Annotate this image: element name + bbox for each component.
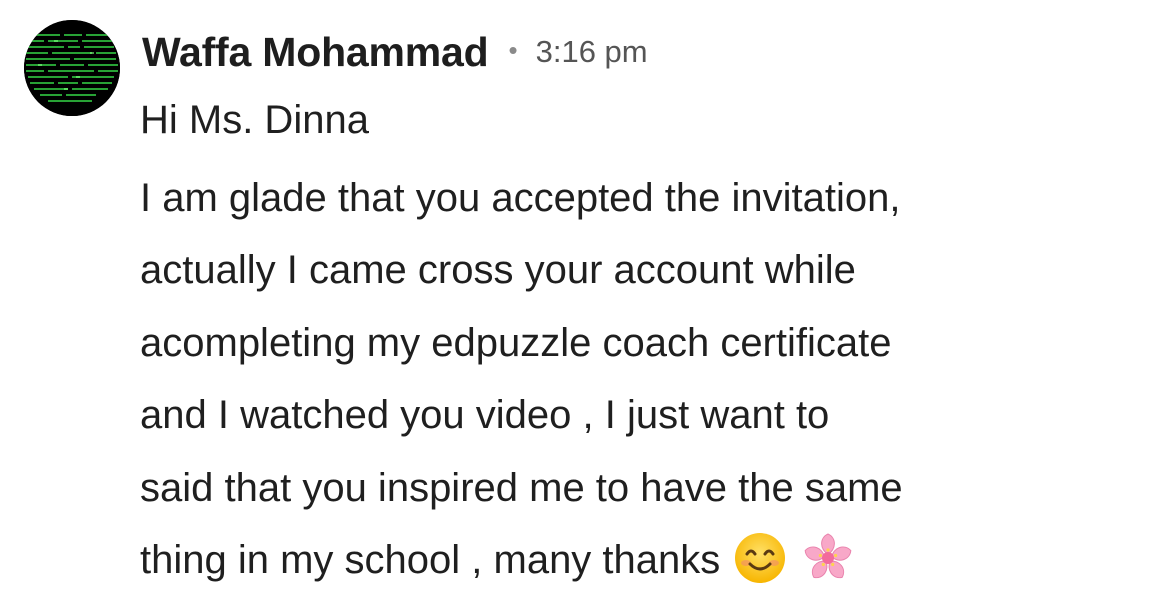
message-line: said that you inspired me to have the sa… xyxy=(140,465,903,510)
message-greeting: Hi Ms. Dinna xyxy=(140,98,369,142)
separator-dot: • xyxy=(508,34,518,65)
message-line: thing in my school , many thanks xyxy=(140,538,721,583)
message-last-line: thing in my school , many thanks xyxy=(140,524,1150,596)
avatar-matrix-code-icon xyxy=(24,20,120,116)
message-line: actually I came cross your account while xyxy=(140,248,856,293)
smiling-face-emoji-icon xyxy=(732,530,788,586)
message-line: and I watched you video , I just want to xyxy=(140,393,830,438)
avatar[interactable] xyxy=(24,20,120,116)
message-timestamp: 3:16 pm xyxy=(535,34,648,69)
sender-name[interactable]: Waffa Mohammad xyxy=(142,29,489,76)
message-header: Waffa Mohammad • 3:16 pm xyxy=(142,24,648,80)
cherry-blossom-emoji-icon xyxy=(800,530,856,586)
message-line: I am glade that you accepted the invitat… xyxy=(140,176,901,220)
message-body: Hi Ms. Dinna I am glade that you accepte… xyxy=(140,94,1150,596)
chat-message: Waffa Mohammad • 3:16 pm Hi Ms. Dinna I … xyxy=(0,0,1170,601)
message-line: acompleting my edpuzzle coach certificat… xyxy=(140,320,892,365)
